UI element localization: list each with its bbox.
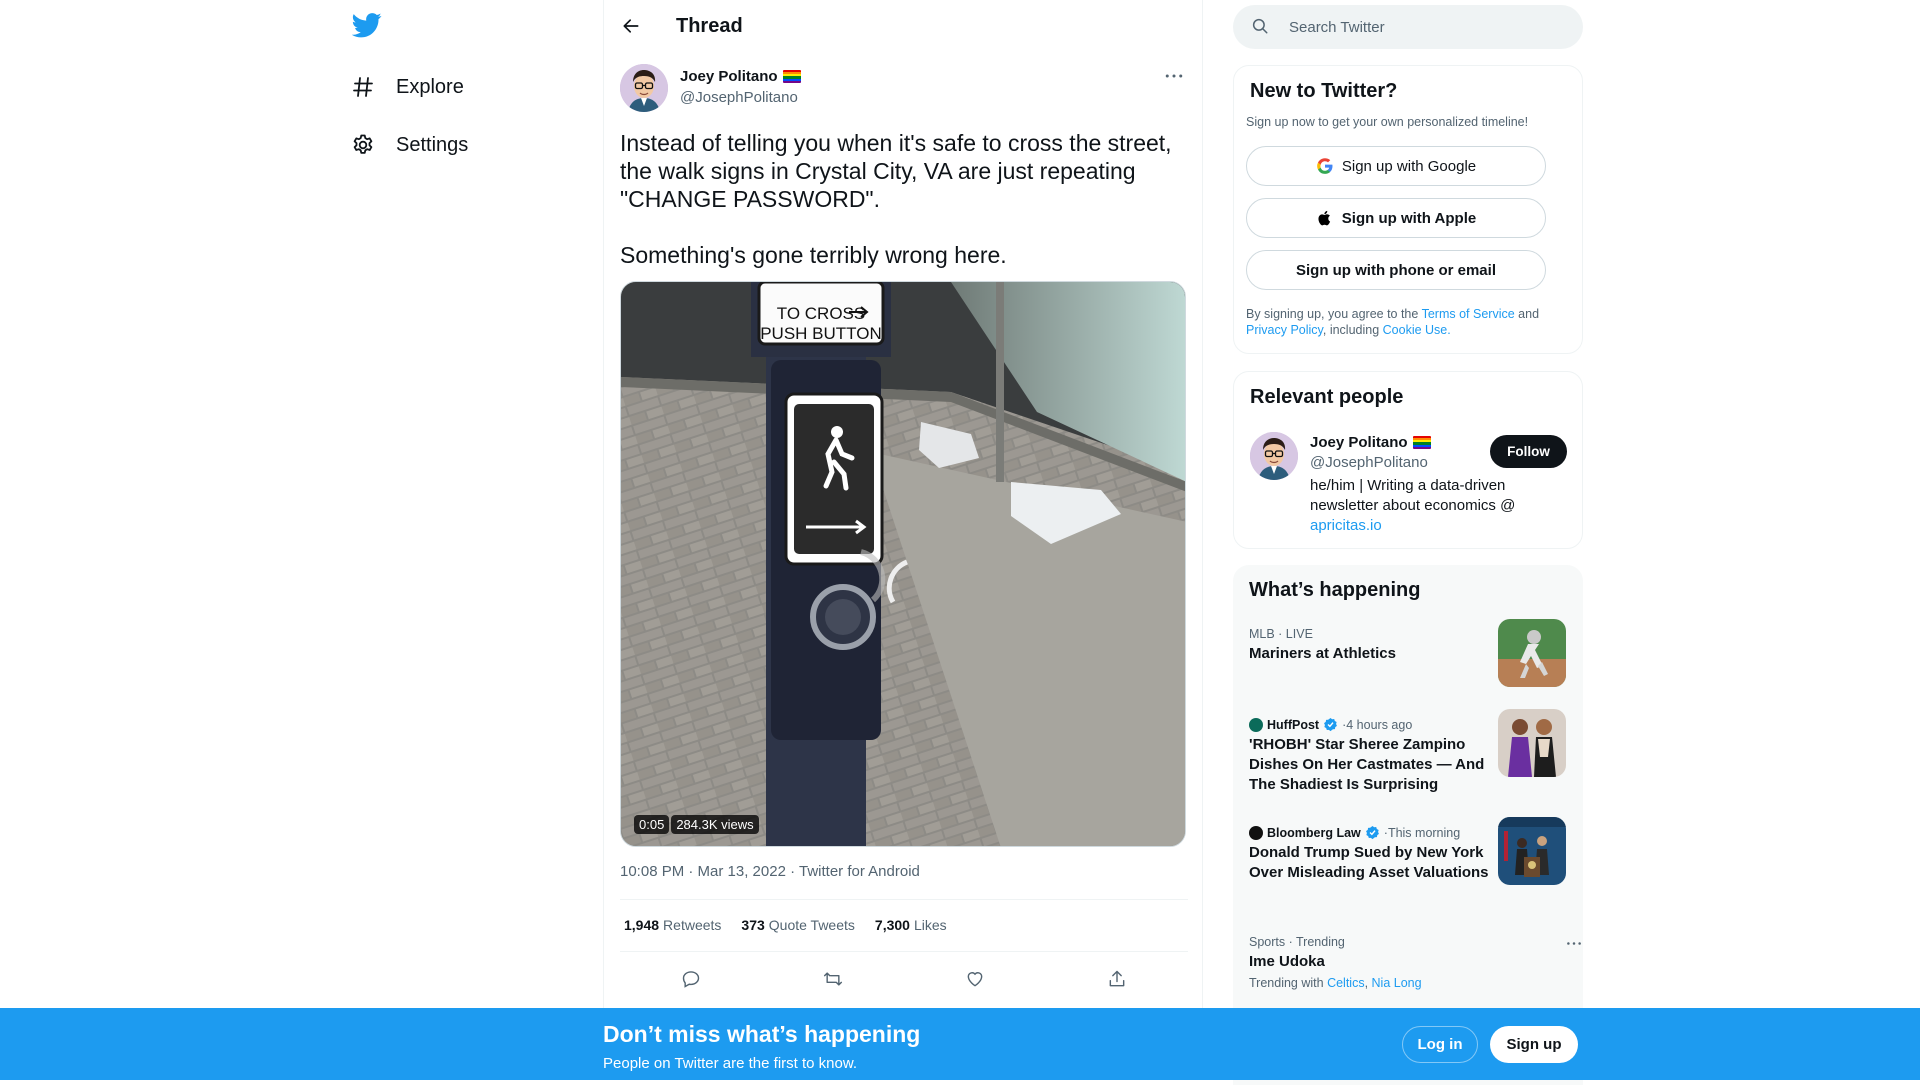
tweet-text: Instead of telling you when it's safe to… — [620, 130, 1172, 268]
signup-phone-label: Sign up with phone or email — [1295, 261, 1496, 279]
divider — [620, 951, 1188, 952]
trend-title: Ime Udoka — [1249, 953, 1325, 970]
card-title: What’s happening — [1249, 579, 1421, 601]
video-views: 284.3K views — [671, 815, 759, 834]
retweet-icon — [823, 972, 843, 986]
trend-item[interactable]: Sports · Trending Ime Udoka Trending wit… — [1249, 935, 1581, 990]
rainbow-flag-icon — [782, 70, 801, 83]
search-bar[interactable] — [1233, 5, 1583, 49]
rainbow-flag-icon — [1412, 436, 1431, 449]
trend-item[interactable]: MLB · LIVE Mariners at Athletics — [1249, 619, 1569, 687]
like-button[interactable] — [958, 962, 992, 996]
google-icon — [1316, 157, 1334, 175]
more-options-button[interactable] — [1157, 64, 1191, 88]
nav-settings-label: Settings — [396, 133, 469, 156]
retweet-button[interactable] — [816, 962, 850, 996]
avatar[interactable] — [1250, 432, 1298, 480]
tweet-actions — [620, 962, 1188, 996]
trend-image — [1498, 817, 1566, 885]
video-stats: 0:05 284.3K views — [634, 815, 759, 834]
more-icon — [1165, 74, 1183, 78]
trend-image — [1498, 619, 1566, 687]
person-name[interactable]: Joey Politano — [1310, 434, 1431, 451]
more-icon — [1567, 941, 1581, 945]
verified-badge-icon — [1365, 825, 1380, 840]
page-title: Thread — [676, 15, 743, 37]
search-icon — [1251, 17, 1271, 37]
gear-icon — [350, 132, 376, 158]
huffpost-logo-icon — [1249, 717, 1263, 732]
banner-title: Don’t miss what’s happening — [603, 1021, 921, 1047]
cookie-link[interactable]: Cookie Use. — [1383, 323, 1451, 337]
video-duration: 0:05 — [634, 815, 670, 834]
trend-title: Mariners at Athletics — [1249, 645, 1396, 662]
search-input[interactable] — [1289, 18, 1539, 36]
card-title: New to Twitter? — [1250, 80, 1398, 102]
trending-with: Trending with Celtics, Nia Long — [1249, 976, 1422, 990]
whats-happening-panel: What’s happening MLB · LIVE Mariners at … — [1233, 565, 1583, 1085]
hashtag-icon — [350, 74, 376, 100]
thread-column: Thread Joey Politano @JosephPolitano Ins… — [603, 0, 1203, 1080]
reply-icon — [682, 971, 700, 988]
retweets-stat[interactable]: 1,948 Retweets — [624, 917, 721, 933]
privacy-link[interactable]: Privacy Policy — [1246, 323, 1323, 337]
trend-meta: Sports · Trending — [1249, 935, 1345, 949]
signup-google-label: Sign up with Google — [1341, 157, 1477, 175]
video-frame: TO CROSS PUSH BUTTON — [621, 282, 1185, 846]
signup-google-button[interactable]: Sign up with Google — [1246, 146, 1546, 186]
twitter-logo-icon[interactable] — [351, 10, 385, 43]
svg-text:PUSH BUTTON: PUSH BUTTON — [760, 324, 882, 343]
bio-link[interactable]: apricitas.io — [1310, 517, 1382, 534]
trend-title: Donald Trump Sued by New York Over Misle… — [1249, 844, 1489, 881]
tweet-video[interactable]: TO CROSS PUSH BUTTON 0:05 284.3K views — [620, 281, 1186, 847]
bloomberg-logo-icon — [1249, 825, 1263, 840]
trend-more-button[interactable] — [1564, 935, 1584, 951]
likes-stat[interactable]: 7,300 Likes — [875, 917, 947, 933]
signup-apple-button[interactable]: Sign up with Apple — [1246, 198, 1546, 238]
trend-item[interactable]: Bloomberg Law · This morning Donald Trump… — [1249, 817, 1569, 885]
card-subtitle: Sign up now to get your own personalized… — [1246, 115, 1529, 129]
signup-phone-button[interactable]: Sign up with phone or email — [1246, 250, 1546, 290]
share-button[interactable] — [1100, 962, 1134, 996]
heart-icon — [967, 972, 983, 987]
verified-badge-icon — [1323, 717, 1338, 732]
person-bio: he/him | Writing a data-driven newslette… — [1310, 477, 1516, 534]
trend-image — [1498, 709, 1566, 777]
person-handle[interactable]: @JosephPolitano — [1310, 454, 1428, 471]
tweet-timestamp[interactable]: 10:08 PM · Mar 13, 2022 · Twitter for An… — [620, 863, 920, 880]
divider — [620, 899, 1188, 900]
back-button[interactable] — [614, 9, 648, 43]
terms-link[interactable]: Terms of Service — [1422, 307, 1515, 321]
apple-icon — [1316, 209, 1334, 227]
relevant-people-card: Relevant people Joey Politano @JosephPol… — [1233, 371, 1583, 549]
arrow-left-icon — [623, 19, 639, 33]
legal-text: By signing up, you agree to the Terms of… — [1246, 307, 1540, 337]
signup-apple-label: Sign up with Apple — [1341, 209, 1477, 227]
quote-tweets-stat[interactable]: 373 Quote Tweets — [741, 917, 855, 933]
trend-title: 'RHOBH' Star Sheree Zampino Dishes On He… — [1249, 736, 1485, 793]
author-handle[interactable]: @JosephPolitano — [680, 89, 798, 106]
trend-link-celtics[interactable]: Celtics — [1327, 976, 1365, 990]
new-to-twitter-card: New to Twitter? Sign up now to get your … — [1233, 65, 1583, 354]
tweet-stats: 1,948 Retweets 373 Quote Tweets 7,300 Likes — [624, 917, 947, 933]
nav-explore-label: Explore — [396, 75, 464, 98]
nav-explore[interactable]: Explore — [350, 67, 464, 107]
card-title: Relevant people — [1250, 386, 1404, 408]
reply-button[interactable] — [674, 962, 708, 996]
banner-subtitle: People on Twitter are the first to know. — [603, 1055, 858, 1072]
signup-banner: Don’t miss what’s happening People on Tw… — [0, 1008, 1920, 1080]
thread-header: Thread — [604, 0, 1202, 53]
login-button[interactable]: Log in — [1402, 1026, 1478, 1063]
trend-item[interactable]: HuffPost · 4 hours ago 'RHOBH' Star Shere… — [1249, 709, 1569, 795]
avatar[interactable] — [620, 64, 668, 112]
share-icon — [1109, 970, 1125, 987]
nav-settings[interactable]: Settings — [350, 125, 468, 165]
svg-text:TO CROSS: TO CROSS — [777, 304, 865, 323]
author-name[interactable]: Joey Politano — [680, 68, 801, 85]
trend-link-nia-long[interactable]: Nia Long — [1372, 976, 1422, 990]
signup-button[interactable]: Sign up — [1490, 1026, 1578, 1063]
follow-button[interactable]: Follow — [1490, 435, 1567, 468]
